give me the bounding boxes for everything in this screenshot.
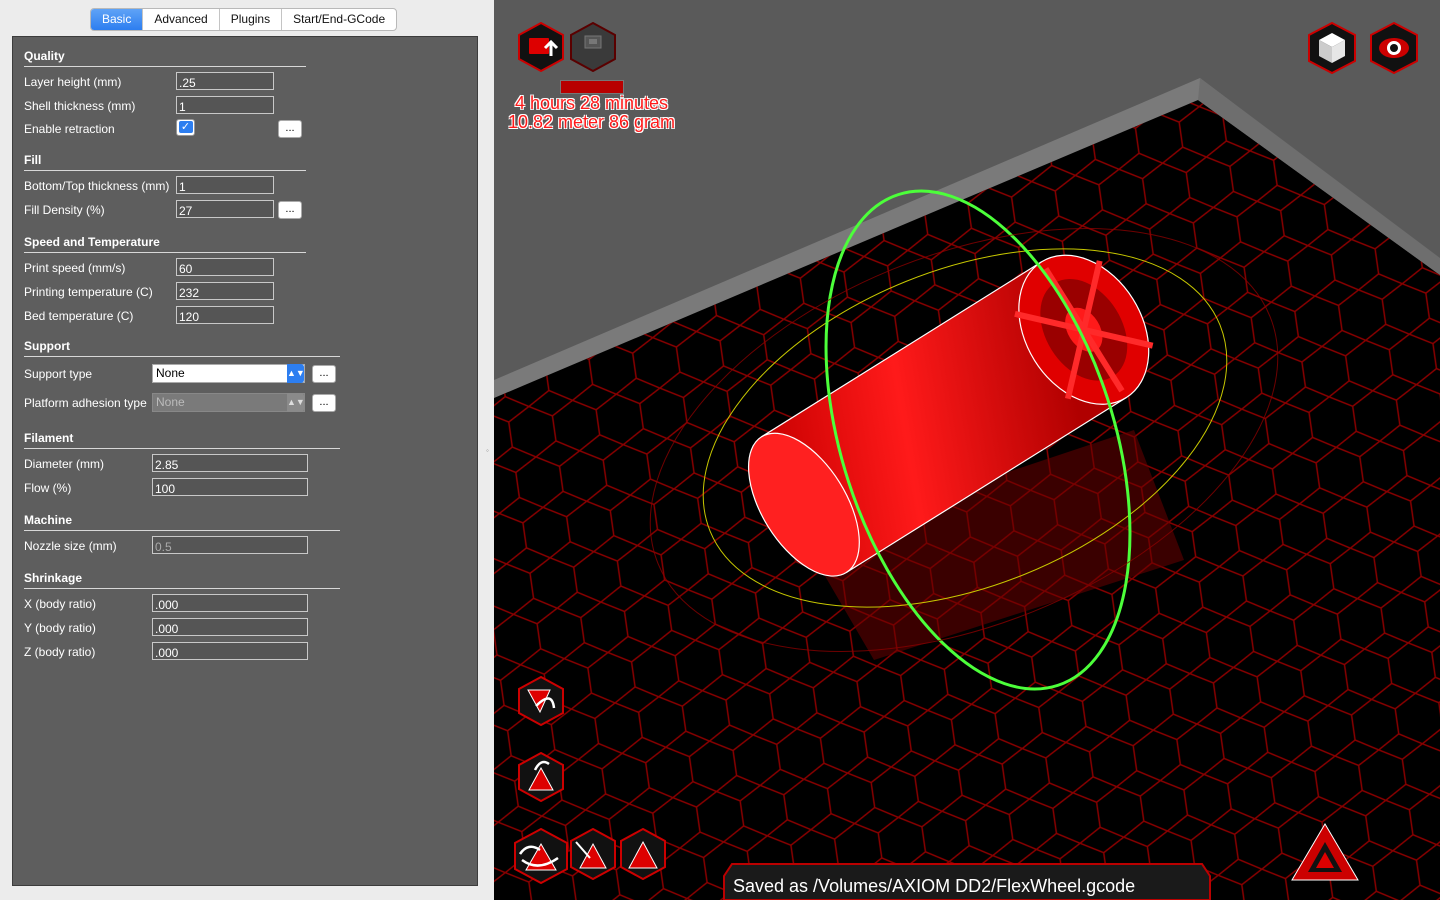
diameter-label: Diameter (mm) bbox=[24, 457, 104, 471]
mirror-tool-icon[interactable] bbox=[570, 828, 616, 880]
3d-viewport[interactable]: 4 hours 28 minutes 10.82 meter 86 gram S… bbox=[494, 0, 1440, 900]
layer-height-label: Layer height (mm) bbox=[24, 75, 122, 89]
section-divider bbox=[24, 356, 340, 357]
build-plate-scene[interactable] bbox=[494, 0, 1440, 900]
section-quality-title: Quality bbox=[24, 49, 65, 63]
section-filament-title: Filament bbox=[24, 431, 74, 445]
print-material-text: 10.82 meter 86 gram bbox=[507, 112, 676, 132]
fill-density-input[interactable]: 27 bbox=[176, 200, 274, 218]
print-estimate: 4 hours 28 minutes 10.82 meter 86 gram bbox=[494, 94, 689, 132]
support-more-button[interactable]: ... bbox=[312, 365, 336, 383]
slice-progress-bar bbox=[560, 80, 624, 94]
tab-advanced[interactable]: Advanced bbox=[143, 9, 220, 30]
lay-flat-icon[interactable] bbox=[514, 828, 568, 884]
support-type-label: Support type bbox=[24, 367, 93, 381]
bed-temperature-label: Bed temperature (C) bbox=[24, 309, 134, 323]
shrink-x-input[interactable]: .000 bbox=[152, 594, 308, 612]
checkmark-icon: ✓ bbox=[178, 121, 193, 133]
section-divider bbox=[24, 448, 340, 449]
layer-height-input[interactable]: .25 bbox=[176, 72, 274, 90]
platform-adhesion-value: None bbox=[156, 395, 185, 409]
support-type-value: None bbox=[156, 366, 185, 380]
printing-temperature-input[interactable]: 232 bbox=[176, 282, 274, 300]
platform-adhesion-label: Platform adhesion type bbox=[24, 396, 147, 410]
section-fill-title: Fill bbox=[24, 153, 42, 167]
shell-thickness-label: Shell thickness (mm) bbox=[24, 99, 136, 113]
settings-tabs: Basic Advanced Plugins Start/End-GCode bbox=[90, 8, 398, 31]
tab-plugins[interactable]: Plugins bbox=[220, 9, 283, 30]
load-file-icon[interactable] bbox=[518, 22, 564, 72]
view-cube-icon[interactable] bbox=[1308, 22, 1356, 74]
platform-adhesion-select[interactable]: None ▲▼ bbox=[152, 393, 305, 412]
retraction-more-button[interactable]: ... bbox=[278, 120, 302, 138]
section-divider bbox=[24, 588, 340, 589]
bottom-top-thickness-input[interactable]: 1 bbox=[176, 176, 274, 194]
enable-retraction-label: Enable retraction bbox=[24, 122, 115, 136]
fill-density-more-button[interactable]: ... bbox=[278, 201, 302, 219]
nozzle-size-label: Nozzle size (mm) bbox=[24, 539, 117, 553]
splitter-handle[interactable]: ◦ bbox=[486, 446, 492, 455]
flow-label: Flow (%) bbox=[24, 481, 72, 495]
shrink-x-label: X (body ratio) bbox=[24, 597, 97, 611]
scale-tool-icon[interactable] bbox=[518, 752, 564, 802]
settings-pane: Basic Advanced Plugins Start/End-GCode Q… bbox=[0, 0, 490, 900]
view-mode-icon[interactable] bbox=[1370, 22, 1418, 74]
chevron-down-icon: ▲▼ bbox=[287, 364, 305, 383]
chevron-down-icon: ▲▼ bbox=[287, 393, 305, 412]
section-divider bbox=[24, 66, 306, 67]
tab-start-end-gcode[interactable]: Start/End-GCode bbox=[282, 9, 396, 30]
adhesion-more-button[interactable]: ... bbox=[312, 394, 336, 412]
nozzle-size-input[interactable]: 0.5 bbox=[152, 536, 308, 554]
enable-retraction-checkbox[interactable]: ✓ bbox=[176, 119, 195, 136]
bottom-top-thickness-label: Bottom/Top thickness (mm) bbox=[24, 179, 170, 193]
status-message: Saved as /Volumes/AXIOM DD2/FlexWheel.gc… bbox=[733, 876, 1136, 896]
shrink-y-input[interactable]: .000 bbox=[152, 618, 308, 636]
basic-settings-panel: Quality Layer height (mm) .25 Shell thic… bbox=[12, 36, 478, 886]
section-machine-title: Machine bbox=[24, 513, 73, 527]
save-sd-icon[interactable] bbox=[570, 22, 616, 72]
print-speed-label: Print speed (mm/s) bbox=[24, 261, 126, 275]
shell-thickness-input[interactable]: 1 bbox=[176, 96, 274, 114]
diameter-input[interactable]: 2.85 bbox=[152, 454, 308, 472]
section-divider bbox=[24, 170, 306, 171]
section-shrinkage-title: Shrinkage bbox=[24, 571, 83, 585]
bed-temperature-input[interactable]: 120 bbox=[176, 306, 274, 324]
tab-basic[interactable]: Basic bbox=[91, 9, 144, 30]
print-time-text: 4 hours 28 minutes bbox=[514, 93, 669, 113]
printing-temperature-label: Printing temperature (C) bbox=[24, 285, 153, 299]
flow-input[interactable]: 100 bbox=[152, 478, 308, 496]
section-speed-title: Speed and Temperature bbox=[24, 235, 160, 249]
section-support-title: Support bbox=[24, 339, 70, 353]
support-type-select[interactable]: None ▲▼ bbox=[152, 364, 305, 383]
reset-icon[interactable] bbox=[620, 828, 666, 880]
print-speed-input[interactable]: 60 bbox=[176, 258, 274, 276]
section-divider bbox=[24, 252, 306, 253]
section-divider bbox=[24, 530, 340, 531]
rotate-tool-icon[interactable] bbox=[518, 676, 564, 726]
shrink-z-label: Z (body ratio) bbox=[24, 645, 96, 659]
axiom-logo-icon bbox=[1291, 823, 1359, 881]
shrink-y-label: Y (body ratio) bbox=[24, 621, 96, 635]
shrink-z-input[interactable]: .000 bbox=[152, 642, 308, 660]
fill-density-label: Fill Density (%) bbox=[24, 203, 105, 217]
